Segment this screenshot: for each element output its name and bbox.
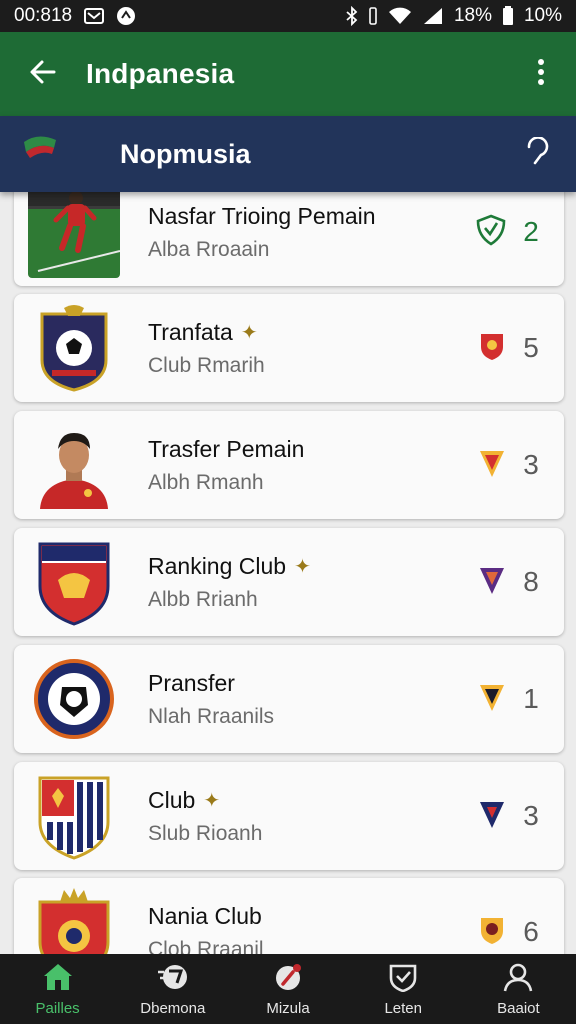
nav-label: Mizula [266,999,310,1017]
list-item[interactable]: Pransfer Nlah Rraanils 1 [14,645,564,753]
flag-logo [0,116,120,192]
nav-label: Dbemona [140,999,206,1017]
more-vertical-icon [537,58,545,91]
nav-label: Leten [384,999,422,1017]
nav-label: Baaiot [497,999,540,1017]
list-item[interactable]: Tranfata ✦ Club Rmarih 5 [14,294,564,402]
player-portrait [28,419,120,511]
item-count: 6 [523,916,539,947]
player-photo [28,192,121,278]
item-count: 3 [523,800,539,831]
item-count: 8 [523,566,539,597]
help-button[interactable] [500,116,576,192]
sub-header: Nopmusia [0,116,576,192]
red-yellow-shield-icon [478,448,506,483]
item-subtitle: Club Rmarih [148,353,265,377]
club-crest-ball [28,302,120,394]
app-title: Indpanesia [86,58,235,89]
profile-icon [501,962,535,996]
club-crest-red [28,536,120,628]
battery-percent-secondary: 10% [523,5,562,26]
gold-shield-icon [478,915,506,950]
help-icon [525,135,551,172]
app-bar: Indpanesia [0,32,576,116]
item-count: 5 [523,332,539,363]
wifi-icon [388,7,412,25]
item-title: Nasfar Trioing Pemain [148,202,376,229]
item-title: Tranfata ✦ [148,318,258,345]
club-crest-crown [28,886,120,954]
app-notification-icon [116,6,136,26]
list-item[interactable]: Ranking Club ✦ Albb Rrianh 8 [14,528,564,636]
screen: 00:818 18% 10% Indpanesia Nopmusia Nasfa… [0,0,576,1024]
shield-check-icon [476,214,506,251]
list-item[interactable]: Nania Club Clob Rraanil 6 [14,878,564,954]
bluetooth-icon [346,6,358,26]
home-icon [41,962,75,996]
item-subtitle: Nlah Rraanils [148,704,275,728]
nav-item-mizula[interactable]: Mizula [230,954,345,1024]
nav-item-dbemona[interactable]: Dbemona [115,954,230,1024]
item-title: Nania Club [148,902,262,929]
section-title: Nopmusia [120,138,251,169]
nav-label: Pailles [35,999,80,1017]
overflow-menu-button[interactable] [506,32,576,116]
club-crest-circle [28,653,120,745]
status-time: 00:818 [14,5,73,26]
vibrate-icon [368,7,378,25]
club-crest-striped [28,770,120,862]
sparkle-icon: ✦ [203,789,221,812]
transfer-list: Nasfar Trioing Pemain Alba Rroaain 2 Tra… [0,192,576,954]
nav-item-home[interactable]: Pailles [0,954,115,1024]
sparkle-icon: ✦ [294,555,311,578]
battery-percent: 18% [453,5,492,26]
item-title: Pransfer [148,669,235,696]
arrow-left-icon [28,57,58,92]
bottom-nav: Pailles Dbemona Mizula Leten Baaiot [0,954,576,1024]
nav-item-profile[interactable]: Baaiot [461,954,576,1024]
sparkle-icon: ✦ [240,321,258,344]
item-title: Ranking Club ✦ [148,552,311,579]
status-bar: 00:818 18% 10% [0,0,576,32]
list-item[interactable]: Trasfer Pemain Albh Rmanh 3 [14,411,564,519]
back-button[interactable] [0,32,86,116]
red-shield-icon [478,331,506,366]
navy-shield-icon [478,799,506,834]
item-subtitle: Slub Rioanh [148,821,263,845]
item-subtitle: Alba Rroaain [148,237,270,261]
nav-item-leten[interactable]: Leten [346,954,461,1024]
item-count: 1 [523,683,539,714]
list-item[interactable]: Club ✦ Slub Rioanh 3 [14,762,564,870]
item-count: 3 [523,449,539,480]
black-shield-icon [478,682,506,717]
ball-speed-icon [156,962,190,996]
item-title: Trasfer Pemain [148,435,305,462]
signal-icon [422,7,444,25]
item-subtitle: Albh Rmanh [148,470,264,494]
square-notification-icon [84,8,105,24]
item-title: Club ✦ [148,786,221,813]
purple-shield-icon [478,565,506,600]
item-subtitle: Albb Rrianh [148,587,258,611]
badge-check-icon [386,962,420,996]
item-subtitle: Clob Rraanil [148,937,264,955]
item-count: 2 [523,216,539,247]
list-item[interactable]: Nasfar Trioing Pemain Alba Rroaain 2 [14,192,564,286]
battery-icon [502,6,514,26]
ball-edit-icon [271,962,305,996]
